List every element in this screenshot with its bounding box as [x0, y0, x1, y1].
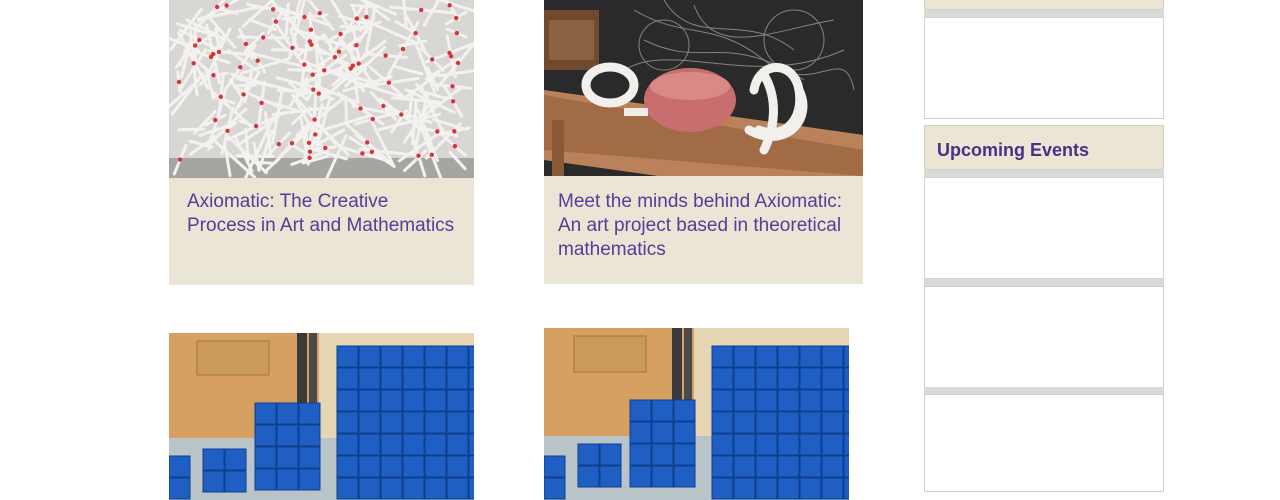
article-title-link-2[interactable]: Meet the minds behind Axiomatic: An art … — [558, 191, 842, 260]
article-caption-2: Meet the minds behind Axiomatic: An art … — [544, 176, 863, 284]
knot-sculptures-image — [544, 0, 863, 176]
event-slot-1[interactable] — [924, 177, 1164, 279]
sculpture-sticks-image — [169, 0, 474, 178]
sidebar-header-top — [924, 0, 1164, 10]
article-caption-1: Axiomatic: The Creative Process in Art a… — [169, 178, 474, 285]
upcoming-events-heading: Upcoming Events — [937, 140, 1090, 160]
article-card-2[interactable]: Meet the minds behind Axiomatic: An art … — [544, 0, 863, 284]
upcoming-events-header: Upcoming Events — [924, 125, 1164, 170]
event-slot-3[interactable] — [924, 394, 1164, 492]
article-card-1[interactable]: Axiomatic: The Creative Process in Art a… — [169, 0, 474, 285]
article-image-1[interactable] — [169, 0, 474, 178]
article-image-3[interactable] — [169, 333, 474, 500]
event-slot-2[interactable] — [924, 286, 1164, 388]
article-image-4[interactable] — [544, 328, 849, 500]
sidebar-panel-top — [924, 17, 1164, 119]
article-title-link-1[interactable]: Axiomatic: The Creative Process in Art a… — [187, 191, 454, 236]
blue-blocks-image-2 — [544, 328, 849, 500]
article-image-2[interactable] — [544, 0, 863, 176]
page: Axiomatic: The Creative Process in Art a… — [0, 0, 1280, 500]
blue-blocks-image-1 — [169, 333, 474, 500]
